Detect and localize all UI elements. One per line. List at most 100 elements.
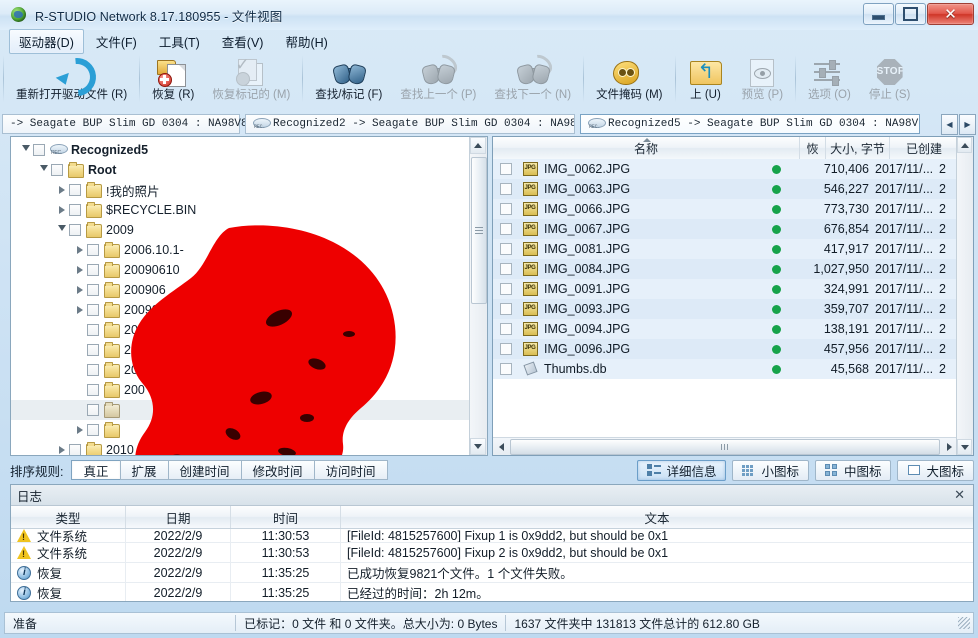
tree-node-200907-a[interactable]: 200907	[11, 300, 470, 320]
tree-checkbox[interactable]	[33, 144, 45, 156]
sort-option-created-time[interactable]: 创建时间	[167, 460, 242, 480]
tree-checkbox[interactable]	[69, 224, 81, 236]
tree-node-2006-10-1[interactable]: 2006.10.1-	[11, 240, 470, 260]
breadcrumb-tab-recognized5[interactable]: REC. Recognized5 -> Seagate BUP Slim GD …	[580, 114, 920, 134]
tree-node-recycle-bin[interactable]: $RECYCLE.BIN	[11, 200, 470, 220]
tree-node-200-a[interactable]: 200	[11, 360, 470, 380]
row-checkbox[interactable]	[493, 323, 519, 335]
expander-closed-icon[interactable]	[55, 440, 69, 455]
file-list-horizontal-scrollbar[interactable]	[493, 437, 957, 455]
log-column-date[interactable]: 日期	[126, 506, 231, 528]
close-icon[interactable]: ✕	[952, 488, 967, 501]
expander-closed-icon[interactable]	[73, 420, 87, 440]
tree-checkbox[interactable]	[69, 204, 81, 216]
table-row[interactable]: JPG IMG_0062.JPG 710,406 2017/11/... 2	[493, 159, 957, 179]
menu-item-help[interactable]: 帮助(H)	[275, 29, 337, 54]
tree-checkbox[interactable]	[87, 284, 99, 296]
scroll-thumb[interactable]	[471, 157, 487, 304]
expander-closed-icon[interactable]	[73, 240, 87, 260]
scroll-thumb[interactable]	[510, 438, 940, 455]
recover-marked-button[interactable]: ✓ 恢复标记的 (M)	[203, 52, 299, 106]
view-large-icons-button[interactable]: 大图标	[897, 459, 974, 481]
log-row[interactable]: 文件系统 2022/2/9 11:30:53 [FileId: 48152576…	[11, 543, 973, 563]
row-checkbox[interactable]	[493, 203, 519, 215]
row-checkbox[interactable]	[493, 303, 519, 315]
scroll-right-button[interactable]	[941, 439, 957, 454]
tree-node-root[interactable]: Root	[11, 160, 470, 180]
row-checkbox[interactable]	[493, 283, 519, 295]
expander-closed-icon[interactable]	[55, 180, 69, 200]
tree-checkbox[interactable]	[87, 344, 99, 356]
tree-vertical-scrollbar[interactable]	[469, 137, 487, 455]
view-details-button[interactable]: 详细信息	[637, 459, 727, 481]
preview-button[interactable]: 预览 (P)	[733, 52, 793, 106]
scroll-down-button[interactable]	[957, 439, 972, 455]
row-checkbox[interactable]	[493, 223, 519, 235]
row-checkbox[interactable]	[493, 243, 519, 255]
find-next-button[interactable]: 查找下一个 (N)	[485, 50, 580, 106]
table-row[interactable]: JPG IMG_0063.JPG 546,227 2017/11/... 2	[493, 179, 957, 199]
minimize-button[interactable]	[863, 3, 894, 25]
table-row[interactable]: JPG IMG_0096.JPG 457,956 2017/11/... 2	[493, 339, 957, 359]
breadcrumb-next-button[interactable]: ▶	[959, 113, 976, 135]
column-header-created[interactable]: 已创建	[890, 137, 958, 159]
menu-item-tools[interactable]: 工具(T)	[149, 29, 210, 54]
table-row[interactable]: Thumbs.db 45,568 2017/11/... 2	[493, 359, 957, 379]
row-checkbox[interactable]	[493, 343, 519, 355]
column-header-size[interactable]: 大小, 字节	[826, 137, 890, 159]
stop-button[interactable]: STOP 停止 (S)	[860, 52, 920, 106]
log-column-time[interactable]: 时间	[231, 506, 341, 528]
tree-checkbox[interactable]	[87, 384, 99, 396]
menu-item-file[interactable]: 文件(F)	[86, 29, 147, 54]
tree-checkbox[interactable]	[69, 444, 81, 455]
table-row[interactable]: JPG IMG_0093.JPG 359,707 2017/11/... 2	[493, 299, 957, 319]
tree-node-2009[interactable]: 2009	[11, 220, 470, 240]
scroll-left-button[interactable]	[493, 439, 509, 454]
tree-node-20091[interactable]: 20091	[11, 340, 470, 360]
tree-node-200907-b[interactable]: 200907	[11, 320, 470, 340]
close-button[interactable]: ✕	[927, 3, 974, 25]
row-checkbox[interactable]	[493, 363, 519, 375]
breadcrumb-tab-recognized2[interactable]: REC. Recognized2 -> Seagate BUP Slim GD …	[245, 114, 575, 134]
table-row[interactable]: JPG IMG_0081.JPG 417,917 2017/11/... 2	[493, 239, 957, 259]
tree-node-recognized5[interactable]: REC. Recognized5	[11, 140, 470, 160]
options-button[interactable]: 选项 (O)	[799, 52, 860, 106]
sort-option-real[interactable]: 真正	[71, 460, 121, 480]
row-checkbox[interactable]	[493, 163, 519, 175]
expander-open-icon[interactable]	[37, 160, 51, 180]
log-column-text[interactable]: 文本	[341, 506, 973, 528]
row-checkbox[interactable]	[493, 183, 519, 195]
tree-checkbox[interactable]	[69, 184, 81, 196]
table-row[interactable]: JPG IMG_0094.JPG 138,191 2017/11/... 2	[493, 319, 957, 339]
table-row[interactable]: JPG IMG_0066.JPG 773,730 2017/11/... 2	[493, 199, 957, 219]
tree-checkbox[interactable]	[87, 304, 99, 316]
tree-checkbox[interactable]	[87, 404, 99, 416]
menu-item-drives[interactable]: 驱动器(D)	[9, 28, 84, 54]
log-row[interactable]: 文件系统 2022/2/9 11:30:53 [FileId: 48152576…	[11, 529, 973, 543]
sort-option-modified-time[interactable]: 修改时间	[240, 460, 315, 480]
breadcrumb-prev-button[interactable]: ◀	[941, 113, 958, 135]
log-row[interactable]: 恢复 2022/2/9 11:35:25 已经过的时间：2h 12m。	[11, 583, 973, 601]
log-row[interactable]: 恢复 2022/2/9 11:35:25 已成功恢复9821个文件。1 个文件失…	[11, 563, 973, 583]
tree-checkbox[interactable]	[87, 244, 99, 256]
tree-checkbox[interactable]	[51, 164, 63, 176]
expander-closed-icon[interactable]	[55, 200, 69, 220]
expander-closed-icon[interactable]	[73, 260, 87, 280]
view-medium-icons-button[interactable]: 中图标	[814, 459, 892, 481]
tree-checkbox[interactable]	[87, 324, 99, 336]
scroll-down-button[interactable]	[470, 438, 486, 455]
tree-checkbox[interactable]	[87, 424, 99, 436]
menu-item-view[interactable]: 查看(V)	[212, 29, 274, 54]
table-row[interactable]: JPG IMG_0091.JPG 324,991 2017/11/... 2	[493, 279, 957, 299]
tree-node-20090610[interactable]: 20090610	[11, 260, 470, 280]
expander-open-icon[interactable]	[19, 140, 33, 160]
log-column-type[interactable]: 类型	[11, 506, 126, 528]
column-header-recovery[interactable]: 恢	[800, 137, 826, 159]
expander-closed-icon[interactable]	[73, 280, 87, 300]
tree-node-200906[interactable]: 200906	[11, 280, 470, 300]
tree-node-my-photos[interactable]: !我的照片	[11, 180, 470, 200]
sort-option-extension[interactable]: 扩展	[119, 460, 169, 480]
breadcrumb-tab-drive[interactable]: -> Seagate BUP Slim GD 0304 : NA98V81W	[2, 114, 261, 134]
file-list-panel[interactable]: 名称 恢 大小, 字节 已创建 JPG IMG_0062.JPG 710,406…	[492, 136, 974, 456]
view-small-icons-button[interactable]: 小图标	[732, 459, 809, 481]
